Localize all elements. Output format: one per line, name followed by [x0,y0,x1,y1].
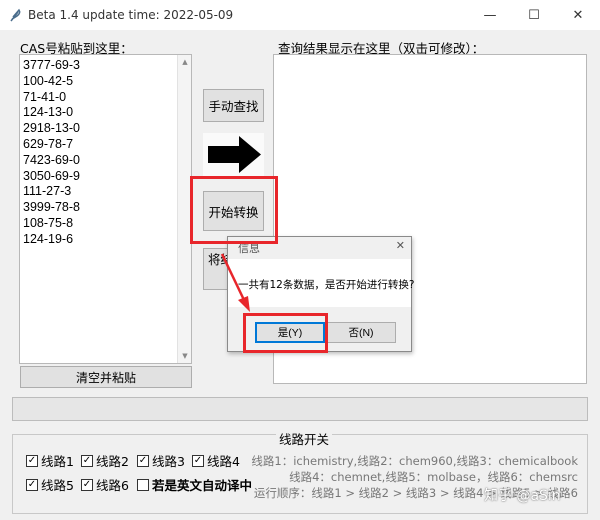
vertical-scrollbar[interactable]: ▲ ▼ [177,55,191,363]
dialog-message: 一共有12条数据，是否开始进行转换? [238,279,415,291]
watermark: 知乎 @aSin [484,488,561,504]
cas-item: 108-75-8 [23,215,74,230]
auto-translate-checkbox[interactable]: 若是英文自动译中 [137,475,252,494]
cas-item: 124-13-0 [23,105,74,120]
route5-checkbox[interactable]: ✓ 线路5 [26,475,74,494]
checkbox-checked-icon: ✓ [81,454,93,467]
checkbox-label: 线路2 [96,454,129,469]
dialog-no-button[interactable]: 否(N) [326,322,396,343]
title-bar: Beta 1.4 update time: 2022-05-09 — ☐ ✕ [0,0,600,30]
checkbox-label: 线路6 [96,478,129,493]
clear-and-paste-button[interactable]: 清空并粘贴 [20,366,192,388]
cas-item: 124-19-6 [23,231,74,246]
cas-item: 111-27-3 [23,184,72,199]
checkbox-label: 线路5 [41,478,74,493]
route-info-line1: 线路1：ichemistry,线路2：chem960,线路3：chemicalb… [251,454,578,468]
dialog-body: 一共有12条数据，是否开始进行转换? [228,259,415,307]
scroll-up-icon[interactable]: ▲ [178,55,192,69]
checkbox-checked-icon: ✓ [26,454,38,467]
feather-icon [10,8,21,22]
manual-search-button[interactable]: 手动查找 [203,89,264,122]
scroll-down-icon[interactable]: ▼ [178,349,192,363]
route1-checkbox[interactable]: ✓ 线路1 [26,451,74,470]
highlight-yes-button [243,313,328,353]
route2-checkbox[interactable]: ✓ 线路2 [81,451,129,470]
window-title: Beta 1.4 update time: 2022-05-09 [28,8,234,22]
checkbox-checked-icon: ✓ [192,454,204,467]
checkbox-checked-icon: ✓ [137,454,149,467]
checkbox-label: 线路3 [152,454,185,469]
cas-item: 3050-69-9 [23,168,80,183]
progress-bar [12,397,588,421]
checkbox-label: 线路4 [207,454,240,469]
dialog-close-icon[interactable]: ✕ [396,239,405,252]
route6-checkbox[interactable]: ✓ 线路6 [81,475,129,494]
arrow-area [203,133,264,176]
route3-checkbox[interactable]: ✓ 线路3 [137,451,185,470]
right-arrow-icon [208,136,261,173]
checkbox-unchecked-icon [137,478,149,491]
cas-input-textarea[interactable]: 3777-69-3 100-42-5 71-41-0 124-13-0 2918… [19,54,192,364]
checkbox-label: 若是英文自动译中 [152,478,253,493]
cas-item: 629-78-7 [23,136,74,151]
checkbox-checked-icon: ✓ [26,478,38,491]
route4-checkbox[interactable]: ✓ 线路4 [192,451,240,470]
cas-list: 3777-69-3 100-42-5 71-41-0 124-13-0 2918… [23,58,80,248]
cas-item: 7423-69-0 [23,152,80,167]
minimize-button[interactable]: — [468,0,512,30]
checkbox-checked-icon: ✓ [81,478,93,491]
cas-item: 100-42-5 [23,73,74,88]
cas-item: 2918-13-0 [23,121,80,136]
close-button[interactable]: ✕ [556,0,600,30]
checkbox-label: 线路1 [41,454,74,469]
route-group-title: 线路开关 [276,429,333,448]
highlight-start-button [190,176,278,244]
route-info-line2: 线路4：chemnet,线路5：molbase，线路6：chemsrc [289,470,578,484]
cas-item: 3777-69-3 [23,58,80,72]
cas-item: 71-41-0 [23,89,67,104]
cas-item: 3999-78-8 [23,200,80,215]
maximize-button[interactable]: ☐ [512,0,556,30]
